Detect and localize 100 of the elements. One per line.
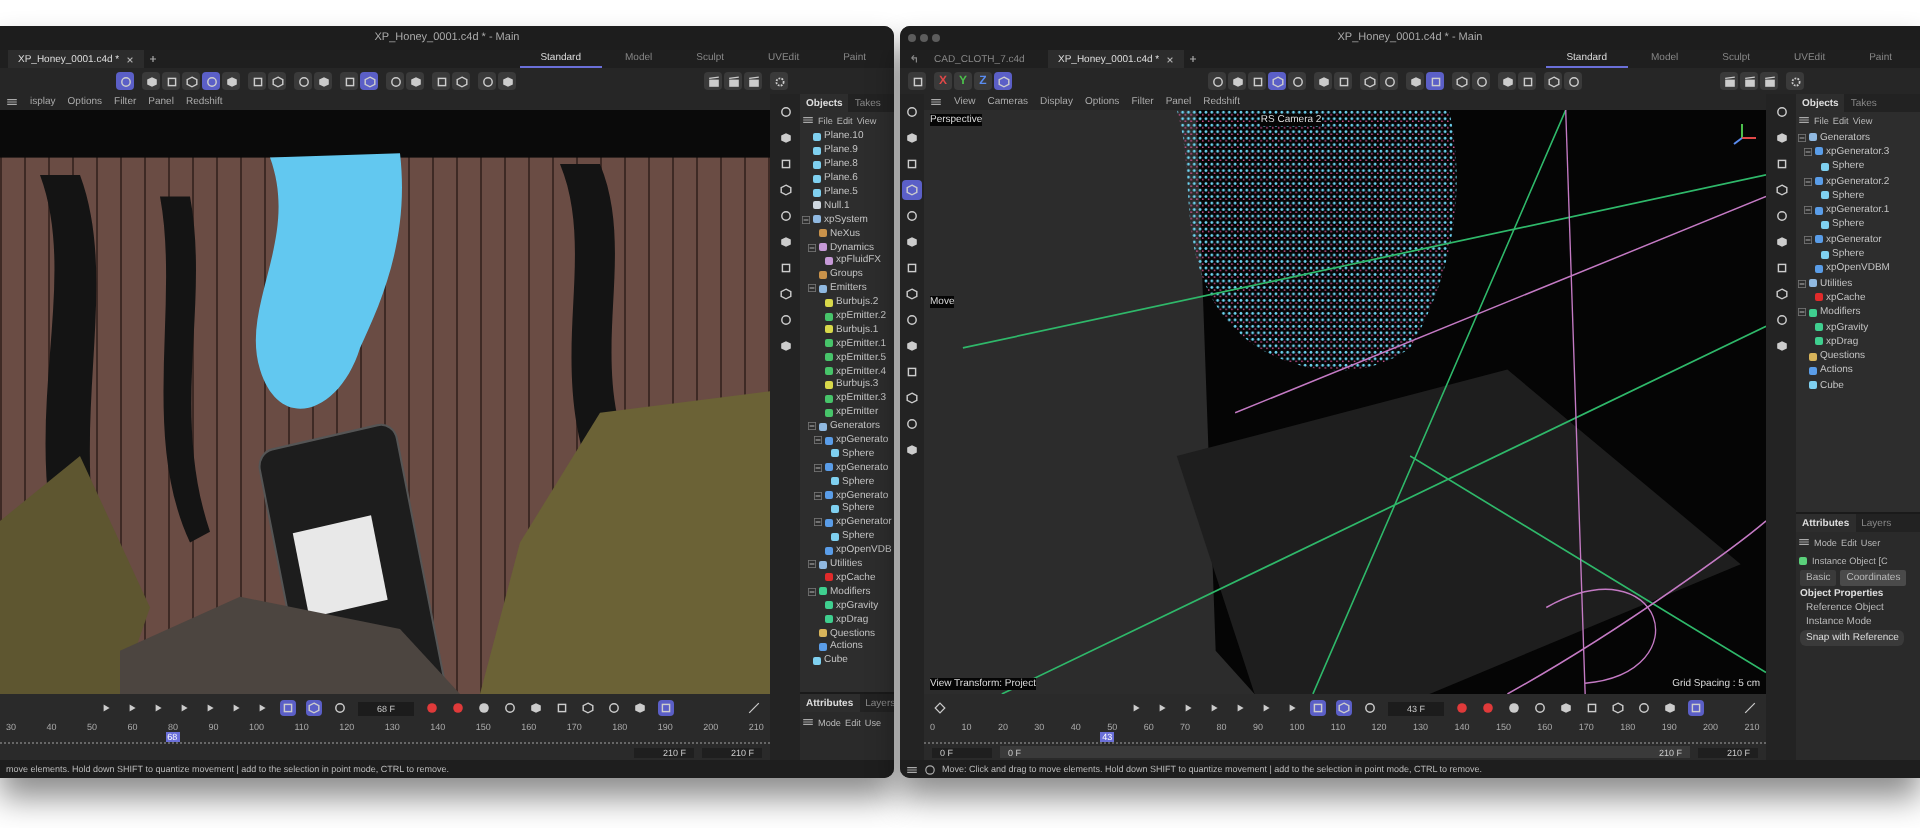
toolbar-button[interactable] (1472, 72, 1490, 90)
toolbar-button[interactable] (162, 72, 180, 90)
playback-button[interactable] (1284, 700, 1300, 716)
toolbar-button[interactable] (116, 72, 134, 90)
playback-button[interactable] (202, 700, 218, 716)
playback-button[interactable] (1258, 700, 1274, 716)
tool-button[interactable] (902, 128, 922, 148)
key-button[interactable] (606, 700, 622, 716)
collapse-toggle[interactable] (808, 422, 816, 431)
graph-button[interactable] (746, 700, 762, 716)
collapse-toggle[interactable] (814, 463, 822, 472)
toolbar-button[interactable] (1268, 72, 1286, 90)
collapse-toggle[interactable] (1804, 206, 1812, 215)
playback-button[interactable] (124, 700, 140, 716)
collapse-toggle[interactable] (1804, 147, 1812, 156)
toolbar-button[interactable] (1228, 72, 1246, 90)
toolbar-button[interactable] (202, 72, 220, 90)
key-button[interactable] (502, 700, 518, 716)
toolbar-button[interactable] (478, 72, 496, 90)
collapse-toggle[interactable] (814, 518, 822, 527)
key-button[interactable] (1584, 700, 1600, 716)
tool-button[interactable] (902, 232, 922, 252)
collapse-toggle[interactable] (1798, 279, 1806, 288)
tool-button[interactable] (902, 310, 922, 330)
collapse-toggle[interactable] (1804, 235, 1812, 244)
toolbar-button[interactable] (1498, 72, 1516, 90)
collapse-toggle[interactable] (1798, 133, 1806, 142)
toolbar-button[interactable] (1720, 72, 1738, 90)
timeline-mode-button[interactable] (332, 700, 348, 716)
record-button[interactable] (1506, 700, 1522, 716)
key-button[interactable] (1662, 700, 1678, 716)
graph-button[interactable] (1742, 700, 1758, 716)
playback-button[interactable] (1206, 700, 1222, 716)
toolbar-button[interactable] (704, 72, 722, 90)
playback-button[interactable] (176, 700, 192, 716)
toolbar-button[interactable] (1208, 72, 1226, 90)
toolbar-button[interactable] (1452, 72, 1470, 90)
collapse-toggle[interactable] (1798, 308, 1806, 317)
collapse-toggle[interactable] (1804, 177, 1812, 186)
toolbar-button[interactable] (498, 72, 516, 90)
key-button[interactable] (528, 700, 544, 716)
key-button[interactable] (658, 700, 674, 716)
playback-button[interactable] (254, 700, 270, 716)
toolbar-button[interactable] (724, 72, 742, 90)
key-button[interactable] (1688, 700, 1704, 716)
tool-button[interactable] (902, 440, 922, 460)
playback-button[interactable] (98, 700, 114, 716)
collapse-toggle[interactable] (814, 491, 822, 500)
toolbar-button[interactable] (1248, 72, 1266, 90)
toolbar-button[interactable] (360, 72, 378, 90)
playback-button[interactable] (1154, 700, 1170, 716)
toolbar-button[interactable] (1380, 72, 1398, 90)
collapse-toggle[interactable] (808, 284, 816, 293)
toolbar-button[interactable] (1564, 72, 1582, 90)
settings-button[interactable] (1786, 72, 1804, 90)
tool-button[interactable] (902, 154, 922, 174)
collapse-toggle[interactable] (814, 436, 822, 445)
timeline-mode-button[interactable] (306, 700, 322, 716)
toolbar-button[interactable] (294, 72, 312, 90)
toolbar-button[interactable] (1740, 72, 1758, 90)
toolbar-button[interactable] (248, 72, 266, 90)
timeline-mode-button[interactable] (1310, 700, 1326, 716)
tool-button[interactable] (902, 388, 922, 408)
toolbar-button[interactable] (1360, 72, 1378, 90)
toolbar-button[interactable] (314, 72, 332, 90)
toolbar-button[interactable] (386, 72, 404, 90)
playback-button[interactable] (150, 700, 166, 716)
toolbar-button[interactable] (1426, 72, 1444, 90)
collapse-toggle[interactable] (808, 243, 816, 252)
toolbar-button[interactable] (182, 72, 200, 90)
tool-button[interactable] (902, 258, 922, 278)
tool-button[interactable] (902, 102, 922, 122)
tool-button[interactable] (902, 336, 922, 356)
timeline-mode-button[interactable] (1362, 700, 1378, 716)
playback-button[interactable] (1232, 700, 1248, 716)
tool-button[interactable] (902, 206, 922, 226)
key-button[interactable] (554, 700, 570, 716)
toolbar-button[interactable] (1334, 72, 1352, 90)
tool-button[interactable] (902, 180, 922, 200)
toolbar-button[interactable] (406, 72, 424, 90)
toolbar-button[interactable] (1406, 72, 1424, 90)
tool-button[interactable] (902, 414, 922, 434)
toolbar-button[interactable] (142, 72, 160, 90)
keyframe-button[interactable] (932, 700, 948, 716)
key-button[interactable] (632, 700, 648, 716)
toolbar-button[interactable] (994, 72, 1012, 90)
settings-button[interactable] (770, 72, 788, 90)
toolbar-button[interactable] (1314, 72, 1332, 90)
tool-button[interactable] (902, 284, 922, 304)
toolbar-button[interactable] (432, 72, 450, 90)
key-button[interactable] (1532, 700, 1548, 716)
key-button[interactable] (1610, 700, 1626, 716)
playback-button[interactable] (1128, 700, 1144, 716)
key-button[interactable] (1636, 700, 1652, 716)
key-button[interactable] (580, 700, 596, 716)
record-button[interactable] (476, 700, 492, 716)
collapse-toggle[interactable] (808, 587, 816, 596)
toolbar-button[interactable] (1544, 72, 1562, 90)
key-button[interactable] (1558, 700, 1574, 716)
timeline-mode-button[interactable] (280, 700, 296, 716)
